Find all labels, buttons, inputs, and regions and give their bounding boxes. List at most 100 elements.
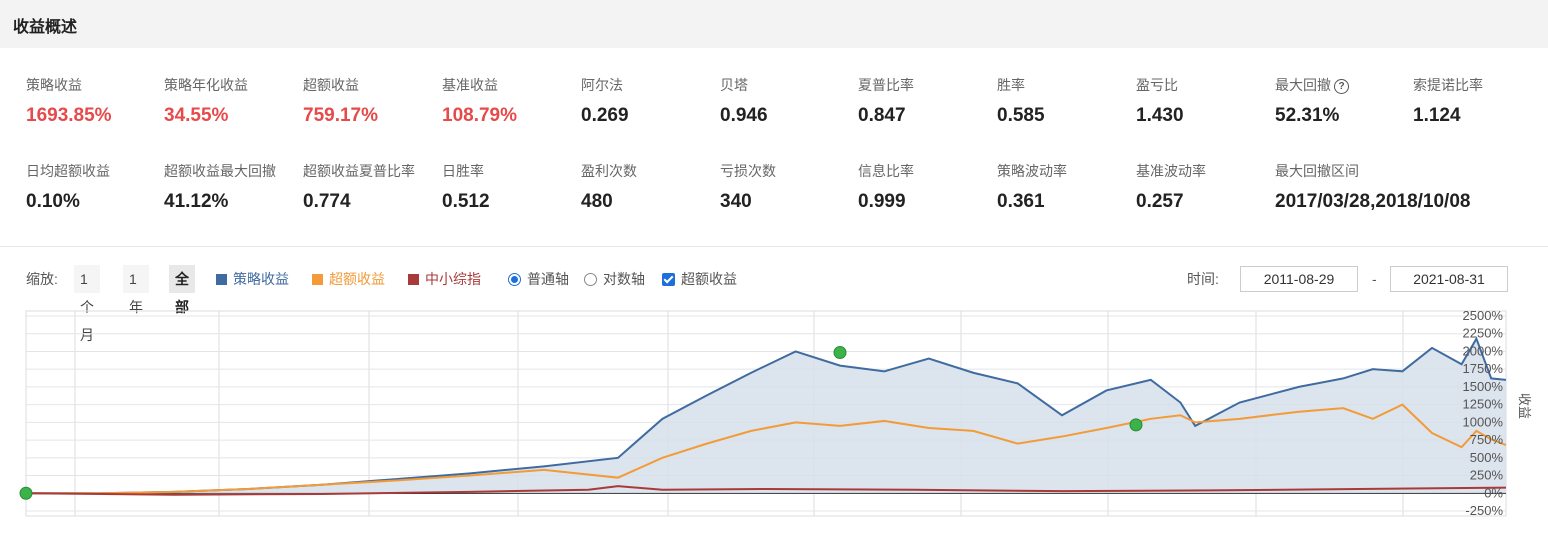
event-marker[interactable] bbox=[19, 486, 33, 500]
metric-label: 超额收益 bbox=[303, 76, 443, 94]
zoom-all-button[interactable]: 全部 bbox=[169, 265, 195, 315]
legend-excess-label: 超额收益 bbox=[329, 271, 385, 287]
metric-label: 亏损次数 bbox=[720, 162, 860, 180]
metric-value: 34.55% bbox=[164, 105, 229, 126]
y-tick-label: 2250% bbox=[1463, 326, 1504, 341]
metric-label: 日均超额收益 bbox=[26, 162, 166, 180]
legend-benchmark-toggle[interactable]: 中小综指 bbox=[408, 265, 481, 293]
log-axis-label: 对数轴 bbox=[603, 271, 645, 287]
metric-item: 盈亏比 1.430 bbox=[1136, 76, 1276, 127]
y-tick-label: 250% bbox=[1470, 468, 1504, 483]
log-axis-option[interactable]: 对数轴 bbox=[584, 265, 645, 293]
metric-item: 日胜率 0.512 bbox=[442, 162, 582, 213]
metric-label: 日胜率 bbox=[442, 162, 582, 180]
metric-item: 超额收益夏普比率 0.774 bbox=[303, 162, 443, 213]
metric-item: 信息比率 0.999 bbox=[858, 162, 998, 213]
legend-benchmark-label: 中小综指 bbox=[425, 271, 481, 287]
help-icon[interactable]: ? bbox=[1334, 79, 1349, 94]
metric-label: 基准收益 bbox=[442, 76, 582, 94]
metric-label: 最大回撤区间 bbox=[1275, 162, 1535, 180]
log-axis-radio[interactable] bbox=[584, 273, 597, 286]
metric-label-text: 超额收益夏普比率 bbox=[303, 163, 415, 179]
metric-label-text: 基准收益 bbox=[442, 77, 498, 93]
metric-label-text: 策略收益 bbox=[26, 77, 82, 93]
metric-label-text: 超额收益 bbox=[303, 77, 359, 93]
summary-header: 收益概述 bbox=[0, 0, 1548, 48]
metric-item: 策略波动率 0.361 bbox=[997, 162, 1137, 213]
linear-axis-label: 普通轴 bbox=[527, 271, 569, 287]
metric-value: 0.361 bbox=[997, 191, 1045, 212]
y-tick-label: 500% bbox=[1470, 450, 1504, 465]
excess-return-option[interactable]: 超额收益 bbox=[662, 265, 737, 293]
metric-label: 超额收益最大回撤 bbox=[164, 162, 304, 180]
metric-label-text: 日胜率 bbox=[442, 163, 484, 179]
date-from-input[interactable] bbox=[1240, 266, 1358, 292]
metric-label: 策略波动率 bbox=[997, 162, 1137, 180]
metric-value: 1.124 bbox=[1413, 105, 1461, 126]
metric-item: 超额收益最大回撤 41.12% bbox=[164, 162, 304, 213]
metric-item: 夏普比率 0.847 bbox=[858, 76, 998, 127]
metric-value: 0.946 bbox=[720, 105, 768, 126]
divider bbox=[0, 246, 1548, 247]
legend-excess-toggle[interactable]: 超额收益 bbox=[312, 265, 385, 293]
metric-value: 0.10% bbox=[26, 191, 80, 212]
metric-item: 贝塔 0.946 bbox=[720, 76, 860, 127]
metric-item: 最大回撤? 52.31% bbox=[1275, 76, 1415, 127]
metric-value: 0.847 bbox=[858, 105, 906, 126]
metric-value: 108.79% bbox=[442, 105, 518, 126]
metric-item: 策略收益 1693.85% bbox=[26, 76, 166, 127]
metric-item: 索提诺比率 1.124 bbox=[1413, 76, 1548, 127]
y-tick-label: 1500% bbox=[1463, 379, 1504, 394]
metric-item: 阿尔法 0.269 bbox=[581, 76, 721, 127]
date-to-input[interactable] bbox=[1390, 266, 1508, 292]
y-axis-label: 收益 bbox=[1517, 393, 1532, 419]
metric-label-text: 策略波动率 bbox=[997, 163, 1067, 179]
metric-label: 胜率 bbox=[997, 76, 1137, 94]
zoom-1-year-button[interactable]: 1年 bbox=[123, 265, 149, 315]
event-marker[interactable] bbox=[833, 346, 847, 360]
metric-item: 策略年化收益 34.55% bbox=[164, 76, 304, 127]
metric-label: 阿尔法 bbox=[581, 76, 721, 94]
linear-axis-option[interactable]: 普通轴 bbox=[508, 265, 569, 293]
metric-label-text: 夏普比率 bbox=[858, 77, 914, 93]
y-tick-label: 1000% bbox=[1463, 414, 1504, 429]
strategy-swatch-icon bbox=[216, 274, 227, 285]
y-tick-label: 2500% bbox=[1463, 308, 1504, 323]
metric-label-text: 索提诺比率 bbox=[1413, 77, 1483, 93]
benchmark-swatch-icon bbox=[408, 274, 419, 285]
metric-value: 480 bbox=[581, 191, 613, 212]
metric-label-text: 超额收益最大回撤 bbox=[164, 163, 276, 179]
metric-label-text: 日均超额收益 bbox=[26, 163, 110, 179]
metric-value: 1.430 bbox=[1136, 105, 1184, 126]
zoom-1-month-button[interactable]: 1个月 bbox=[74, 265, 100, 343]
metric-label-text: 亏损次数 bbox=[720, 163, 776, 179]
metric-label-text: 盈利次数 bbox=[581, 163, 637, 179]
metric-label-text: 最大回撤 bbox=[1275, 77, 1331, 93]
metric-label: 盈利次数 bbox=[581, 162, 721, 180]
metric-label: 超额收益夏普比率 bbox=[303, 162, 443, 180]
y-tick-label: -250% bbox=[1465, 503, 1503, 518]
event-marker[interactable] bbox=[1129, 418, 1143, 432]
legend-strategy-toggle[interactable]: 策略收益 bbox=[216, 265, 289, 293]
returns-chart[interactable]: 2500% 2250% 2000% 1750% 1500% 1250% 1000% 750% 5… bbox=[0, 306, 1548, 534]
excess-return-checkbox[interactable] bbox=[662, 273, 675, 286]
metric-label-text: 最大回撤区间 bbox=[1275, 163, 1359, 179]
metric-label: 索提诺比率 bbox=[1413, 76, 1548, 94]
linear-axis-radio[interactable] bbox=[508, 273, 521, 286]
chart-series bbox=[25, 336, 1507, 496]
metric-label-text: 盈亏比 bbox=[1136, 77, 1178, 93]
metric-label: 贝塔 bbox=[720, 76, 860, 94]
metric-label-text: 策略年化收益 bbox=[164, 77, 248, 93]
metric-item: 超额收益 759.17% bbox=[303, 76, 443, 127]
metric-value: 2017/03/28,2018/10/08 bbox=[1275, 191, 1471, 212]
metric-value: 52.31% bbox=[1275, 105, 1340, 126]
metric-value: 1693.85% bbox=[26, 105, 112, 126]
metric-label: 基准波动率 bbox=[1136, 162, 1276, 180]
metric-value: 0.269 bbox=[581, 105, 629, 126]
metric-label-text: 基准波动率 bbox=[1136, 163, 1206, 179]
metric-label-text: 贝塔 bbox=[720, 77, 748, 93]
metric-item: 盈利次数 480 bbox=[581, 162, 721, 213]
section-title: 收益概述 bbox=[13, 19, 78, 36]
metric-value: 0.257 bbox=[1136, 191, 1184, 212]
y-tick-label: 750% bbox=[1470, 432, 1504, 447]
